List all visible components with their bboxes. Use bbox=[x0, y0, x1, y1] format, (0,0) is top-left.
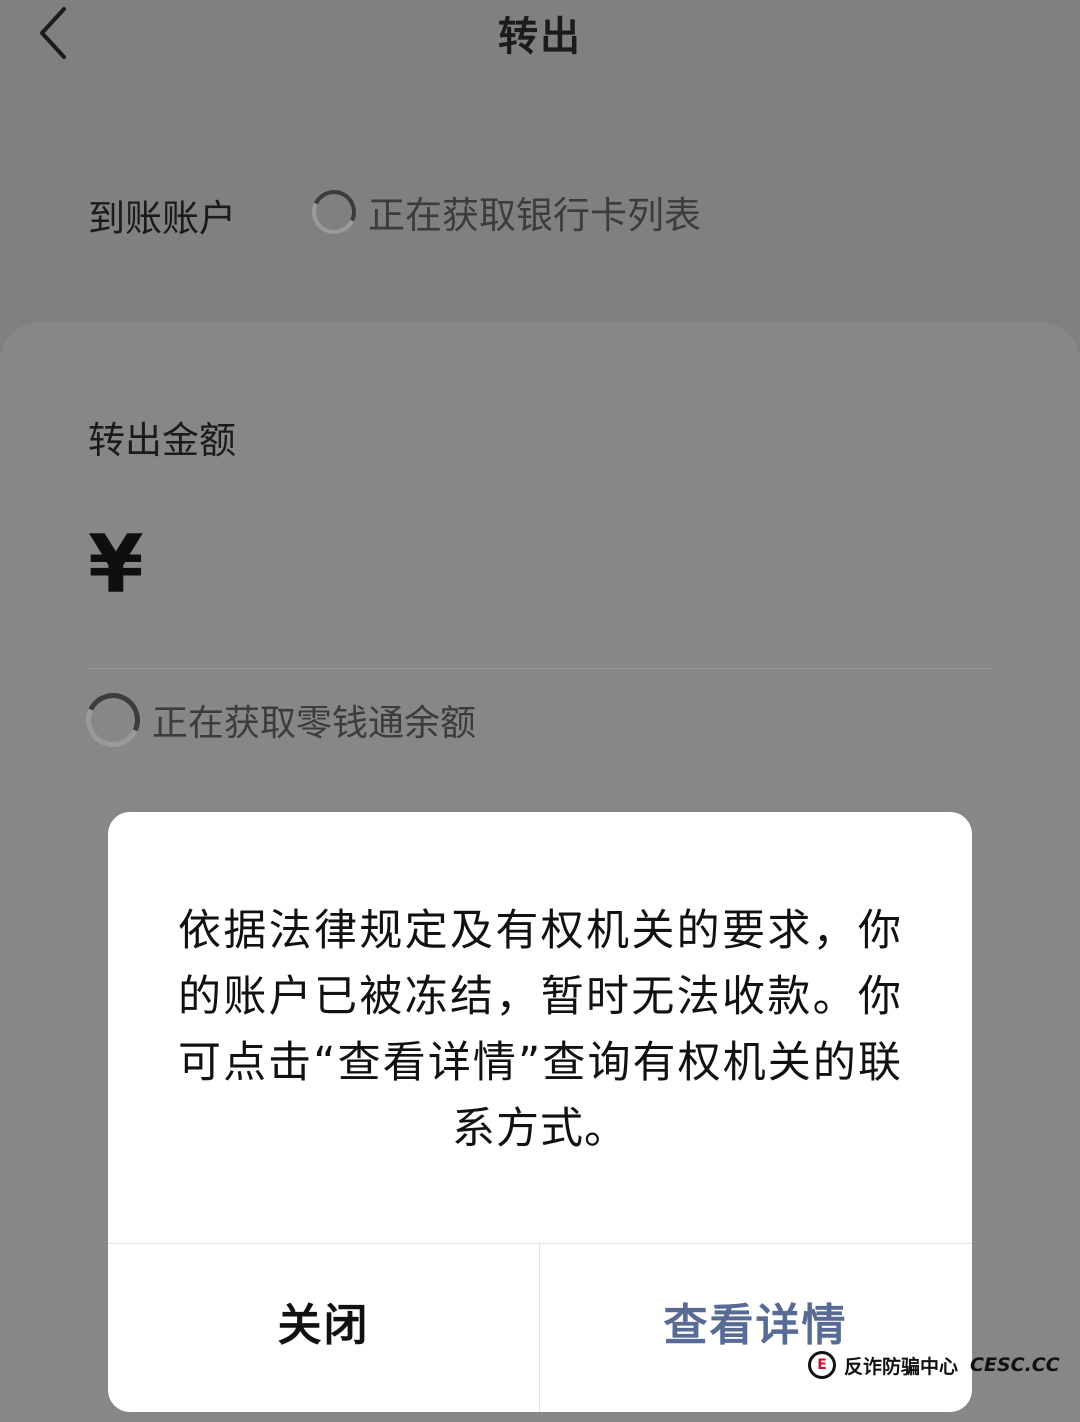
watermark: E 反诈防骗中心 CESC.CC bbox=[808, 1348, 1060, 1382]
amount-input[interactable]: ¥ bbox=[88, 520, 988, 610]
yen-symbol: ¥ bbox=[88, 518, 144, 611]
amount-divider bbox=[88, 668, 994, 669]
dialog-message: 依据法律规定及有权机关的要求，你的账户已被冻结，暂时无法收款。你可点击“查看详情… bbox=[178, 906, 902, 1154]
balance-row: 正在获取零钱通余额 bbox=[78, 685, 477, 755]
close-button[interactable]: 关闭 bbox=[108, 1244, 539, 1398]
bank-card-selector[interactable]: 正在获取银行卡列表 bbox=[305, 182, 701, 242]
balance-loading-text: 正在获取零钱通余额 bbox=[152, 703, 477, 744]
account-frozen-dialog: 依据法律规定及有权机关的要求，你的账户已被冻结，暂时无法收款。你可点击“查看详情… bbox=[108, 812, 972, 1412]
transfer-amount-label: 转出金额 bbox=[88, 419, 236, 462]
bank-card-loading-text: 正在获取银行卡列表 bbox=[368, 194, 701, 237]
transfer-out-page: 转出 到账账户 正在获取银行卡列表 转出金额 ¥ 正在获取零钱通余额 依据法律规… bbox=[0, 0, 1080, 1422]
loading-spinner-icon bbox=[305, 183, 363, 241]
loading-spinner-icon bbox=[78, 685, 148, 755]
anti-fraud-logo-icon: E bbox=[808, 1351, 836, 1379]
page-title: 转出 bbox=[498, 14, 582, 60]
nav-header: 转出 bbox=[0, 0, 1080, 70]
receiving-account-row: 到账账户 正在获取银行卡列表 bbox=[88, 182, 988, 242]
watermark-site: CESC.CC bbox=[970, 1354, 1060, 1376]
receiving-account-label: 到账账户 bbox=[88, 197, 236, 240]
watermark-name: 反诈防骗中心 bbox=[844, 1355, 959, 1378]
